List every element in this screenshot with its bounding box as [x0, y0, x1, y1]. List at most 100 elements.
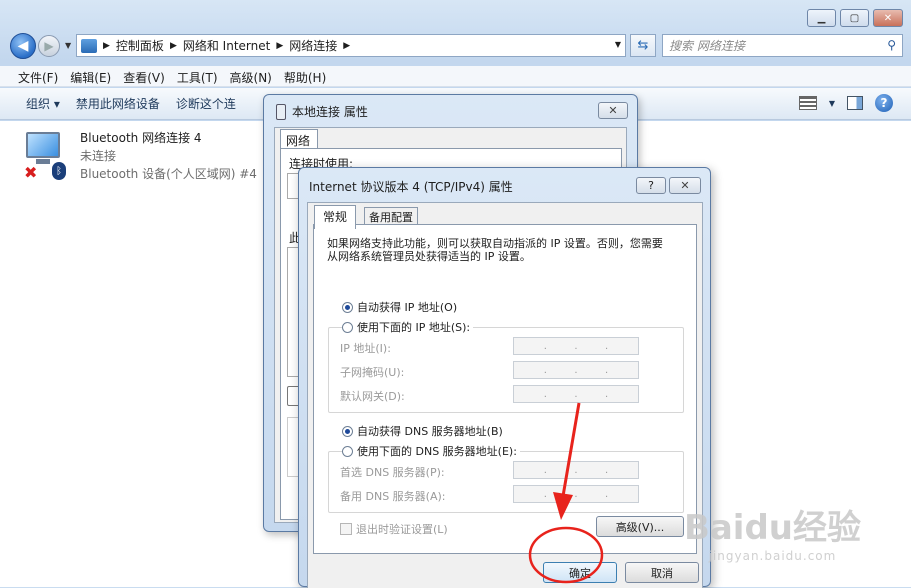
close-button[interactable]: ✕: [669, 177, 701, 194]
menu-advanced[interactable]: 高级(N): [224, 66, 278, 86]
bluetooth-icon: ᛒ: [52, 162, 66, 180]
address-dropdown-icon[interactable]: ▼: [615, 40, 621, 49]
preview-pane-icon[interactable]: [847, 96, 863, 110]
diagnose-button[interactable]: 诊断这个连: [168, 95, 244, 112]
ip-dot: .: [543, 488, 547, 500]
radio-selected-icon: [342, 425, 353, 437]
disable-device-button[interactable]: 禁用此网络设备: [68, 95, 168, 112]
auto-ip-radio[interactable]: 自动获得 IP 地址(O): [342, 299, 457, 315]
change-view-icon[interactable]: [798, 96, 817, 110]
ip-dot: .: [574, 488, 578, 500]
organize-button[interactable]: 组织 ▾: [18, 95, 68, 112]
manual-ip-label: 使用下面的 IP 地址(S):: [357, 321, 471, 334]
menu-help[interactable]: 帮助(H): [278, 66, 332, 86]
manual-ip-radio[interactable]: 使用下面的 IP 地址(S):: [342, 319, 474, 335]
menu-bar: 文件(F) 编辑(E) 查看(V) 工具(T) 高级(N) 帮助(H): [0, 66, 911, 87]
ip-address-field[interactable]: ...: [513, 337, 639, 355]
control-panel-icon: [81, 38, 97, 53]
disconnected-x-icon: ✖: [24, 163, 38, 182]
refresh-icon: ⇆: [637, 38, 649, 53]
cancel-button[interactable]: 取消: [625, 562, 699, 583]
advanced-button[interactable]: 高级(V)...: [596, 516, 684, 537]
dialog-body: 常规 备用配置 如果网络支持此功能，则可以获取自动指派的 IP 设置。否则，您需…: [307, 202, 703, 588]
ip-dot: .: [605, 464, 609, 476]
radio-unselected-icon: [342, 321, 353, 333]
menu-tools[interactable]: 工具(T): [171, 66, 224, 86]
menu-file[interactable]: 文件(F): [12, 66, 64, 86]
gateway-field[interactable]: ...: [513, 385, 639, 403]
description-text: 如果网络支持此功能，则可以获取自动指派的 IP 设置。否则，您需要从网络系统管理…: [327, 237, 663, 263]
ip-dot: .: [574, 464, 578, 476]
refresh-button[interactable]: ⇆: [630, 34, 656, 57]
ip-dot: .: [543, 388, 547, 400]
network-plug-icon: [276, 103, 286, 120]
watermark-url: jingyan.baidu.com: [708, 549, 837, 563]
monitor-stand: [36, 159, 50, 164]
validate-on-exit-checkbox[interactable]: 退出时验证设置(L): [340, 521, 448, 537]
menu-edit[interactable]: 编辑(E): [64, 66, 117, 86]
alternate-dns-label: 备用 DNS 服务器(A):: [340, 490, 446, 503]
auto-dns-label: 自动获得 DNS 服务器地址(B): [357, 425, 503, 438]
close-button[interactable]: ✕: [873, 9, 903, 27]
address-bar[interactable]: ▶ 控制面板 ▶ 网络和 Internet ▶ 网络连接 ▶ ▼: [76, 34, 626, 57]
breadcrumb-control-panel[interactable]: 控制面板: [116, 37, 164, 54]
connection-name: Bluetooth 网络连接 4: [80, 131, 202, 145]
search-icon[interactable]: ⚲: [887, 38, 896, 52]
tab-general[interactable]: 常规: [314, 205, 357, 229]
connection-text: Bluetooth 网络连接 4 未连接 Bluetooth 设备(个人区域网)…: [80, 129, 257, 183]
forward-arrow-icon: ▶: [44, 39, 54, 53]
validate-label: 退出时验证设置(L): [356, 523, 448, 536]
ip-dot: .: [605, 488, 609, 500]
chevron-right-icon[interactable]: ▶: [343, 41, 350, 51]
watermark-logo: Baidu经验: [683, 508, 861, 548]
minimize-icon: ▁: [817, 12, 826, 24]
help-button[interactable]: ?: [636, 177, 666, 194]
search-input[interactable]: 搜索 网络连接 ⚲: [662, 34, 903, 57]
close-icon: ✕: [883, 12, 893, 24]
menu-view[interactable]: 查看(V): [117, 66, 171, 86]
back-button[interactable]: ◀: [10, 33, 36, 59]
ip-dot: .: [574, 388, 578, 400]
help-icon[interactable]: ?: [875, 94, 893, 112]
window-controls: ▁ ▢ ✕: [807, 9, 903, 27]
preferred-dns-row: 首选 DNS 服务器(P):: [340, 464, 445, 480]
minimize-button[interactable]: ▁: [807, 9, 836, 27]
list-item-bluetooth-connection[interactable]: ✖ ᛒ Bluetooth 网络连接 4 未连接 Bluetooth 设备(个人…: [24, 129, 257, 183]
ip-address-row: IP 地址(I):: [340, 340, 391, 356]
subnet-field[interactable]: ...: [513, 361, 639, 379]
baidu-watermark: Baidu经验 jingyan.baidu.com: [684, 500, 861, 563]
close-icon: ✕: [608, 104, 618, 117]
subnet-label: 子网掩码(U):: [340, 366, 405, 379]
search-placeholder: 搜索 网络连接: [669, 39, 745, 53]
monitor-icon: [26, 132, 60, 158]
manual-dns-radio[interactable]: 使用下面的 DNS 服务器地址(E):: [342, 443, 520, 459]
ip-dot: .: [605, 340, 609, 352]
alternate-dns-field[interactable]: ...: [513, 485, 639, 503]
ip-dot: .: [574, 364, 578, 376]
breadcrumb: ▶ 控制面板 ▶ 网络和 Internet ▶ 网络连接 ▶: [103, 37, 350, 54]
forward-button[interactable]: ▶: [38, 35, 60, 57]
close-button[interactable]: ✕: [598, 102, 628, 119]
view-controls: ▼ ?: [798, 94, 893, 112]
connection-device: Bluetooth 设备(个人区域网) #4: [80, 167, 257, 181]
chevron-right-icon: ▶: [103, 40, 110, 51]
breadcrumb-network-connections[interactable]: 网络连接: [289, 37, 337, 54]
ip-dot: .: [605, 364, 609, 376]
ip-dot: .: [574, 340, 578, 352]
ok-button[interactable]: 确定: [543, 562, 617, 583]
connection-status: 未连接: [80, 149, 117, 163]
question-icon: ?: [648, 179, 654, 192]
auto-dns-radio[interactable]: 自动获得 DNS 服务器地址(B): [342, 423, 503, 439]
alternate-dns-row: 备用 DNS 服务器(A):: [340, 488, 446, 504]
history-dropdown-icon[interactable]: ▼: [65, 41, 71, 50]
view-dropdown-icon[interactable]: ▼: [829, 99, 835, 108]
manual-dns-label: 使用下面的 DNS 服务器地址(E):: [357, 445, 517, 458]
maximize-button[interactable]: ▢: [840, 9, 869, 27]
general-panel: 如果网络支持此功能，则可以获取自动指派的 IP 设置。否则，您需要从网络系统管理…: [313, 224, 697, 554]
radio-unselected-icon: [342, 445, 353, 457]
preferred-dns-field[interactable]: ...: [513, 461, 639, 479]
breadcrumb-network-internet[interactable]: 网络和 Internet: [183, 37, 270, 54]
chevron-right-icon[interactable]: ▶: [276, 41, 283, 51]
ip-dot: .: [543, 464, 547, 476]
chevron-right-icon[interactable]: ▶: [170, 41, 177, 51]
